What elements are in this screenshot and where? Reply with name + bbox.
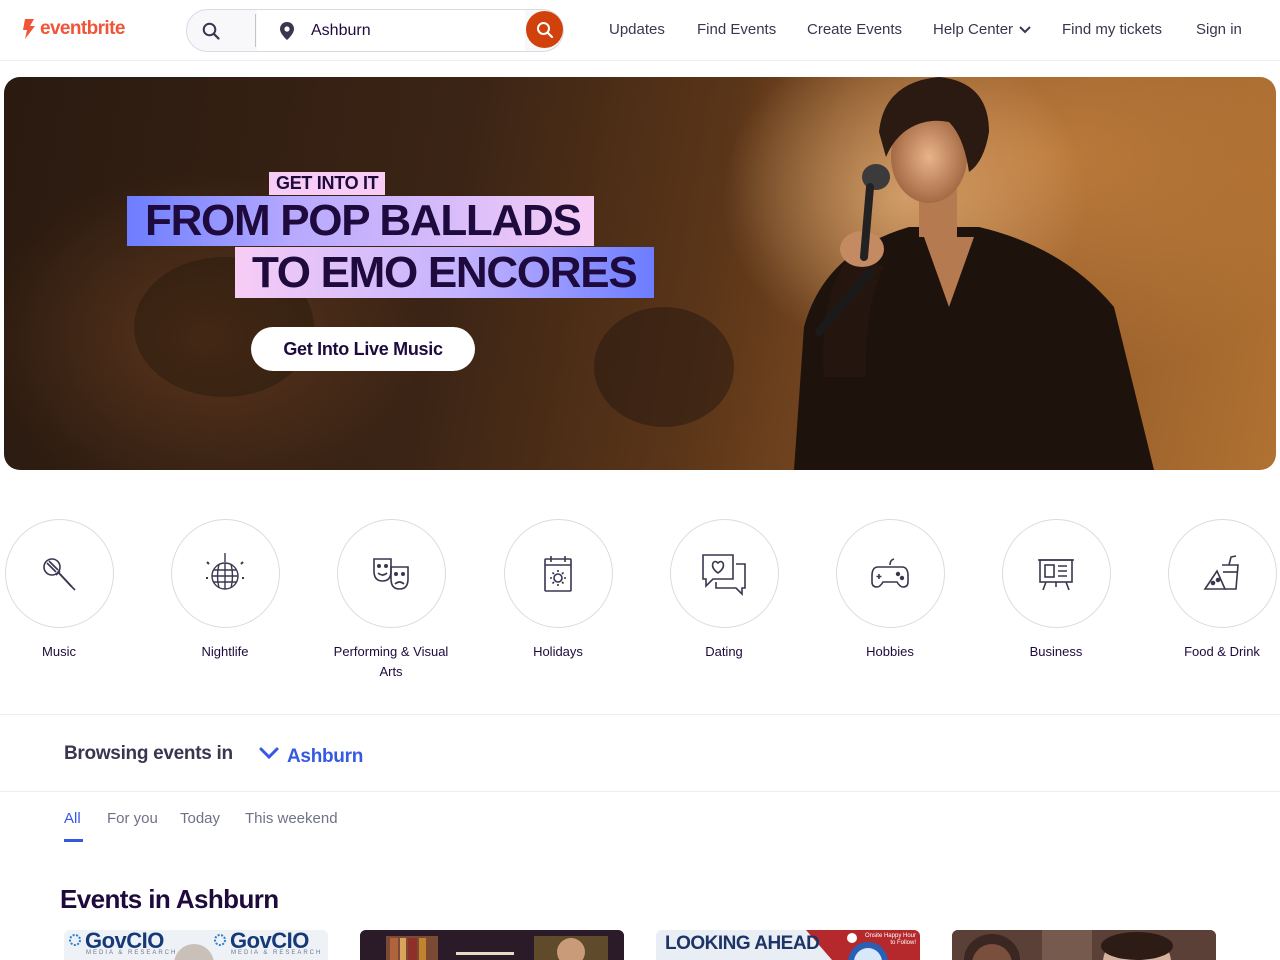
chat-heart-icon — [702, 553, 746, 596]
theater-masks-icon — [373, 557, 409, 590]
event-card[interactable] — [360, 930, 624, 960]
browsing-label: Browsing events in — [64, 743, 233, 764]
nav-create-events[interactable]: Create Events — [807, 21, 902, 38]
category-music[interactable]: Music — [0, 519, 142, 662]
hero-banner[interactable]: GET INTO IT FROM POP BALLADS TO EMO ENCO… — [4, 77, 1276, 470]
category-food-drink[interactable]: Food & Drink — [1139, 519, 1280, 662]
tab-today[interactable]: Today — [180, 810, 220, 827]
events-section-title: Events in Ashburn — [60, 884, 279, 914]
category-label: Holidays — [533, 644, 583, 659]
main-nav: Updates Find Events Create Events Help C… — [0, 21, 1280, 41]
active-tab-indicator — [64, 839, 83, 842]
category-business[interactable]: Business — [973, 519, 1139, 662]
category-label: Nightlife — [201, 644, 249, 659]
category-label: Dating — [705, 644, 743, 659]
category-circle[interactable] — [336, 519, 446, 628]
nav-sign-in[interactable]: Sign in — [1196, 21, 1242, 38]
top-header: eventbrite Updates Find Events Create Ev… — [0, 0, 1280, 61]
category-dating[interactable]: Dating — [641, 519, 807, 662]
calendar-sun-icon — [544, 555, 572, 592]
category-circle[interactable] — [1167, 519, 1277, 628]
category-circle[interactable] — [170, 519, 280, 628]
category-label: Business — [1029, 644, 1083, 659]
event-badge-text: Onsite Happy Hour to Follow! — [864, 933, 916, 946]
gamepad-icon — [871, 557, 909, 588]
chevron-down-icon[interactable] — [258, 745, 280, 761]
event-card[interactable]: LOOKING AHEAD Onsite Happy Hour to Follo… — [656, 930, 920, 960]
category-nightlife[interactable]: Nightlife — [142, 519, 308, 662]
hero-headline-line2: TO EMO ENCORES — [235, 247, 655, 298]
category-circle[interactable] — [669, 519, 779, 628]
nav-find-events[interactable]: Find Events — [697, 21, 776, 38]
presentation-board-icon — [1038, 558, 1074, 590]
govcio-logo-subtext: MEDIA & RESEARCH — [231, 950, 323, 956]
category-circle[interactable] — [835, 519, 945, 628]
category-performing-arts[interactable]: Performing & Visual Arts — [308, 519, 474, 682]
category-label: Performing & Visual Arts — [333, 644, 449, 679]
nav-find-my-tickets[interactable]: Find my tickets — [1062, 21, 1162, 38]
tab-all[interactable]: All — [64, 810, 81, 827]
category-circle[interactable] — [4, 519, 114, 628]
category-label: Hobbies — [866, 644, 914, 659]
browsing-city-dropdown[interactable]: Ashburn — [287, 746, 363, 768]
hero-eyebrow: GET INTO IT — [269, 172, 386, 195]
hero-cta-button[interactable]: Get Into Live Music — [251, 327, 475, 371]
event-image — [360, 930, 624, 960]
tab-for-you[interactable]: For you — [107, 810, 158, 827]
category-circle[interactable] — [1001, 519, 1111, 628]
category-label: Food & Drink — [1184, 644, 1260, 659]
nav-help-center-label: Help Center — [933, 21, 1014, 38]
food-drink-icon — [1203, 554, 1239, 590]
category-circle[interactable] — [503, 519, 613, 628]
nav-help-center[interactable]: Help Center — [933, 21, 1031, 38]
nav-updates[interactable]: Updates — [609, 21, 665, 38]
disco-ball-icon — [206, 552, 244, 590]
event-card[interactable]: GovCIO MEDIA & RESEARCH GovCIO MEDIA & R… — [64, 930, 328, 960]
chevron-down-icon — [1019, 25, 1031, 33]
event-card[interactable] — [952, 930, 1216, 960]
event-image — [952, 930, 1216, 960]
tab-this-weekend[interactable]: This weekend — [245, 810, 338, 827]
hero-headline-line1: FROM POP BALLADS — [127, 196, 594, 246]
microphone-icon — [43, 557, 76, 591]
category-holidays[interactable]: Holidays — [475, 519, 641, 662]
event-headline-text: LOOKING AHEAD — [665, 933, 820, 954]
govcio-logo-subtext: MEDIA & RESEARCH — [86, 950, 178, 956]
browsing-location-bar: Browsing events in Ashburn — [0, 714, 1280, 792]
category-row: Music Nightlife Performing & Visual Arts — [0, 519, 1280, 684]
category-hobbies[interactable]: Hobbies — [807, 519, 973, 662]
category-label: Music — [42, 644, 76, 659]
